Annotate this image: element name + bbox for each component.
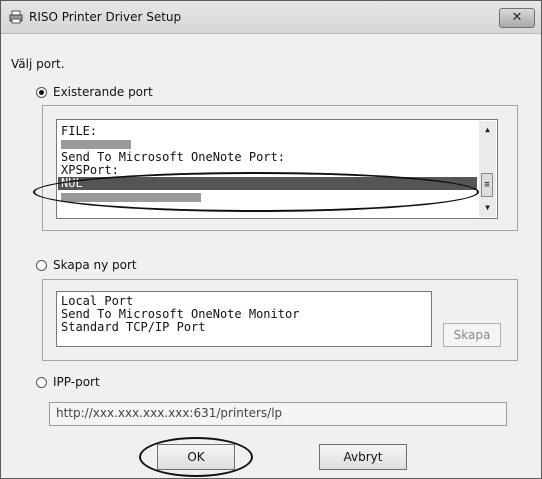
scroll-thumb[interactable]: ≡ [481, 173, 493, 197]
printer-app-icon [9, 10, 23, 24]
new-port-radio[interactable] [36, 260, 47, 271]
setup-dialog: RISO Printer Driver Setup ✕ Välj port. E… [0, 0, 542, 479]
highlight-ellipse-ok [139, 437, 253, 477]
create-port-button[interactable]: Skapa [443, 323, 501, 347]
ipp-port-radio[interactable] [36, 377, 47, 388]
redacted-block [61, 140, 131, 149]
window-title: RISO Printer Driver Setup [29, 10, 182, 24]
list-scrollbar[interactable]: ▲ ≡ ▼ [479, 121, 496, 217]
choose-port-prompt: Välj port. [11, 57, 65, 71]
close-button[interactable]: ✕ [499, 8, 535, 28]
list-item[interactable]: FILE: [61, 125, 477, 138]
ipp-url-field[interactable]: http://xxx.xxx.xxx.xxx:631/printers/lp [49, 402, 507, 426]
new-port-label: Skapa ny port [53, 258, 137, 272]
list-item[interactable]: Standard TCP/IP Port [61, 321, 427, 334]
scroll-down-icon[interactable]: ▼ [479, 201, 496, 215]
title-bar: RISO Printer Driver Setup ✕ [1, 1, 541, 34]
highlight-ellipse [33, 172, 479, 212]
existing-port-radio[interactable] [36, 87, 47, 98]
close-icon: ✕ [511, 10, 523, 25]
list-item[interactable]: Send To Microsoft OneNote Port: [61, 151, 477, 164]
existing-port-label: Existerande port [53, 85, 153, 99]
scroll-up-icon[interactable]: ▲ [479, 123, 496, 137]
cancel-button[interactable]: Avbryt [319, 444, 407, 470]
new-port-list[interactable]: Local Port Send To Microsoft OneNote Mon… [56, 291, 432, 347]
ipp-port-label: IPP-port [53, 375, 100, 389]
